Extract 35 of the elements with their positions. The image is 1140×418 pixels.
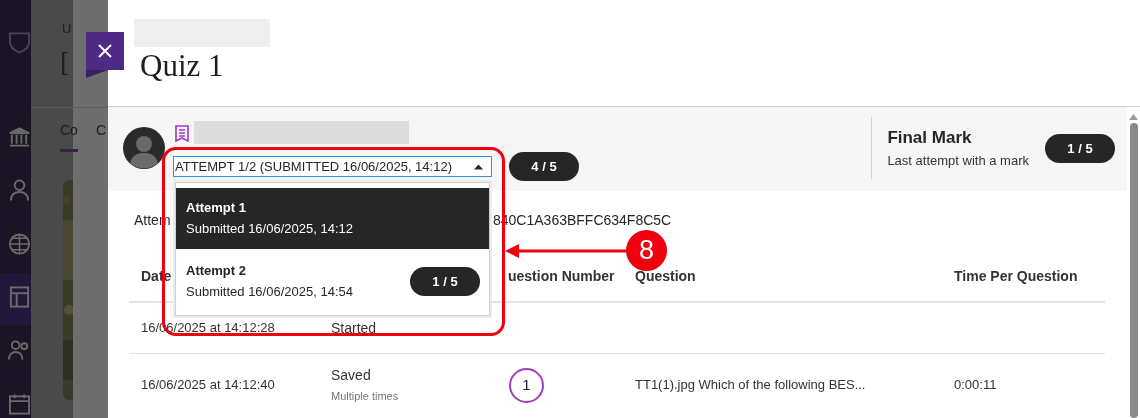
column-header: Time Per Question [954, 266, 1078, 286]
person-icon[interactable] [8, 178, 31, 202]
mark-badge: 4 / 5 [509, 152, 579, 181]
column-header: uestion Number [508, 266, 615, 286]
calendar-icon[interactable] [8, 392, 31, 416]
close-icon [98, 44, 112, 58]
close-button[interactable] [86, 32, 124, 70]
building-icon[interactable] [8, 125, 31, 149]
table-cell: TT1(1).jpg Which of the following BES... [635, 377, 866, 393]
option-subtitle: Submitted 16/06/2025, 14:12 [186, 220, 353, 238]
scroll-up-icon[interactable] [1129, 114, 1138, 120]
ribbon-tail [86, 70, 108, 78]
panel-title: Quiz 1 [140, 48, 224, 84]
option-subtitle: Submitted 16/06/2025, 14:54 [186, 283, 353, 301]
globe-icon[interactable] [8, 232, 31, 256]
attempt-select[interactable]: ATTEMPT 1/2 (SUBMITTED 16/06/2025, 14:12) [173, 156, 492, 177]
final-mark-subtitle: Last attempt with a mark [887, 152, 1029, 170]
document-icon [175, 125, 189, 142]
option-title: Attempt 2 [186, 262, 247, 280]
table-cell-text: 16/06/2025 at 14:12:40 [141, 376, 275, 395]
table-cell: 0:00:11 [954, 377, 997, 393]
question-number: 1 [509, 367, 544, 403]
table-cell-note: Multiple times [331, 389, 400, 405]
avatar-icon [123, 127, 165, 169]
shield-icon [8, 30, 31, 54]
mark-badge: 1 / 5 [410, 267, 480, 296]
page-title: [ [60, 48, 70, 76]
document-icon[interactable] [8, 285, 31, 309]
table-cell-text: Saved [331, 366, 372, 386]
option-title: Attempt 1 [186, 199, 247, 217]
people-icon[interactable] [8, 338, 31, 362]
mark-badge: 1 / 5 [1045, 134, 1115, 163]
attempt-option[interactable]: Attempt 1 Submitted 16/06/2025, 14:12 [176, 188, 489, 249]
final-mark-title: Final Mark [887, 127, 973, 149]
table-cell-text: Started [331, 318, 378, 338]
